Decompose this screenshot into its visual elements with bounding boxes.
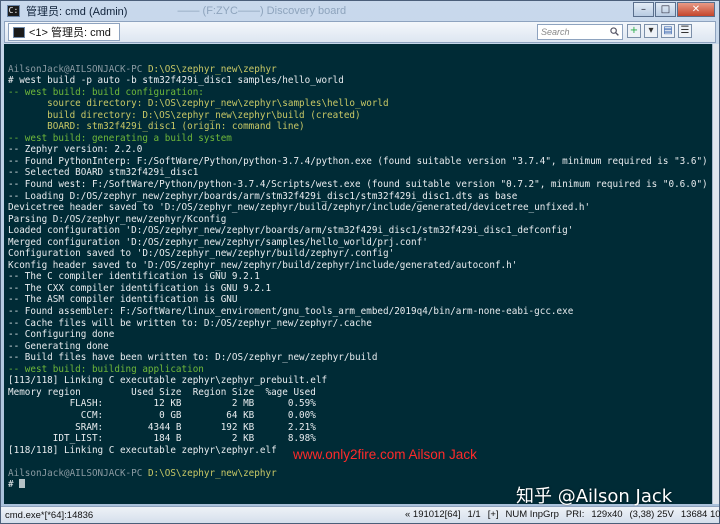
- console-line: CCM: 0 GB 64 KB 0.00%: [8, 409, 316, 421]
- zhihu-watermark: 知乎 @Ailson Jack: [516, 486, 673, 507]
- console-line: -- Build files have been written to: D:/…: [8, 352, 378, 364]
- split-view-icon[interactable]: ▤: [661, 24, 675, 38]
- console-line: BOARD: stm32f429i_disc1 (origin: command…: [8, 121, 305, 133]
- console-line: -- The CXX compiler identification is GN…: [8, 282, 272, 294]
- console-scrollbar[interactable]: [712, 44, 719, 504]
- search-icon[interactable]: [610, 26, 619, 38]
- minimize-button[interactable]: –: [633, 2, 654, 17]
- status-segment: 129x40: [591, 509, 623, 520]
- status-segment: PRI:: [565, 509, 585, 520]
- tab-label: <1> 管理员: cmd: [29, 27, 111, 39]
- status-segment: (3,38) 25V: [629, 509, 674, 520]
- console-line: Parsing D:/OS/zephyr_new/zephyr/Kconfig: [8, 213, 227, 225]
- maximize-button[interactable]: □: [655, 2, 676, 17]
- console-line: Loaded configuration 'D:/OS/zephyr_new/z…: [8, 225, 574, 237]
- status-segment: [+]: [487, 509, 499, 520]
- console-line: Merged configuration 'D:/OS/zephyr_new/z…: [8, 236, 428, 248]
- console-output[interactable]: AilsonJack@AILSONJACK-PC D:\OS\zephyr_ne…: [4, 44, 712, 504]
- console-tab-icon: [13, 26, 25, 38]
- console-line: AilsonJack@AILSONJACK-PC D:\OS\zephyr_ne…: [8, 468, 712, 480]
- menu-icon[interactable]: ☰: [678, 24, 692, 38]
- status-segment: « 191012[64]: [405, 509, 461, 520]
- console-line: Memory region Used Size Region Size %age…: [8, 386, 316, 398]
- toolbar-icons: + ▾ ▤ ☰: [627, 24, 695, 38]
- terminal-app-icon: C:: [7, 4, 20, 17]
- console-line: -- Cache files will be written to: D:/OS…: [8, 317, 372, 329]
- console-line: # west build -p auto -b stm32f429i_disc1…: [8, 75, 344, 87]
- console-line: source directory: D:\OS\zephyr_new\zephy…: [8, 98, 389, 110]
- window-title: 管理员: cmd (Admin): [26, 5, 128, 18]
- window-controls: – □ ✕: [632, 2, 715, 17]
- prompt-user: AilsonJack@AILSONJACK-PC: [8, 467, 148, 479]
- console-line: -- Configuring done: [8, 329, 115, 341]
- tab-console-1[interactable]: <1> 管理员: cmd: [8, 23, 120, 41]
- console-line: Devicetree header saved to 'D:/OS/zephyr…: [8, 202, 591, 214]
- status-segment: 1/1: [467, 509, 481, 520]
- new-console-icon[interactable]: +: [627, 24, 641, 38]
- console-line: [113/118] Linking C executable zephyr\ze…: [8, 375, 328, 387]
- status-process: cmd.exe*[*64]:14836: [5, 509, 94, 521]
- console-line: FLASH: 12 KB 2 MB 0.59%: [8, 398, 316, 410]
- console-line: -- west build: building application: [8, 363, 204, 375]
- text-cursor: [19, 479, 26, 489]
- console-line: IDT_LIST: 184 B 2 KB 8.98%: [8, 433, 316, 445]
- search-input[interactable]: Search: [537, 24, 623, 40]
- prompt-path: D:\OS\zephyr_new\zephyr: [147, 63, 277, 75]
- console-line: build directory: D:\OS\zephyr_new\zephyr…: [8, 109, 361, 121]
- prompt-path: D:\OS\zephyr_new\zephyr: [147, 467, 277, 479]
- status-segment: NUM InpGrp: [505, 509, 559, 520]
- console-line: -- Zephyr version: 2.2.0: [8, 144, 143, 156]
- console-line: -- west build: build configuration:: [8, 86, 204, 98]
- console-line: Kconfig header saved to 'D:/OS/zephyr_ne…: [8, 259, 518, 271]
- console-line: -- Found west: F:/SoftWare/Python/python…: [8, 179, 708, 191]
- tab-toolbar: <1> 管理员: cmd Search + ▾ ▤ ☰: [4, 21, 716, 43]
- console-window: C: 管理员: cmd (Admin) —— (F:ZYC——) Discove…: [0, 0, 720, 524]
- close-button[interactable]: ✕: [677, 2, 715, 17]
- console-line: -- The C compiler identification is GNU …: [8, 271, 260, 283]
- prompt-symbol: #: [8, 479, 20, 491]
- search-placeholder: Search: [541, 27, 570, 37]
- console-line: -- Generating done: [8, 340, 109, 352]
- console-line: Configuration saved to 'D:/OS/zephyr_new…: [8, 248, 395, 260]
- console-line: -- west build: generating a build system: [8, 132, 232, 144]
- status-bar: cmd.exe*[*64]:14836 « 191012[64] 1/1 [+] NU…: [1, 506, 720, 523]
- console-line: -- Found PythonInterp: F:/SoftWare/Pytho…: [8, 155, 708, 167]
- console-line: SRAM: 4344 B 192 KB 2.21%: [8, 421, 316, 433]
- dropdown-icon[interactable]: ▾: [644, 24, 658, 38]
- console-line: -- Selected BOARD stm32f429i_disc1: [8, 167, 199, 179]
- prompt-user: AilsonJack@AILSONJACK-PC: [8, 63, 148, 75]
- console-line: AilsonJack@AILSONJACK-PC D:\OS\zephyr_ne…: [8, 64, 712, 76]
- background-window-title: —— (F:ZYC——) Discovery board: [177, 4, 347, 17]
- console-line: -- The ASM compiler identification is GN…: [8, 294, 238, 306]
- status-segments: « 191012[64] 1/1 [+] NUM InpGrp PRI: 129x40 (3…: [405, 509, 720, 520]
- status-segment: 13684 100%: [680, 509, 720, 520]
- console-line: -- Found assembler: F:/SoftWare/linux_en…: [8, 306, 574, 318]
- console-line: -- Loading D:/OS/zephyr_new/zephyr/board…: [8, 190, 518, 202]
- title-bar[interactable]: C: 管理员: cmd (Admin) —— (F:ZYC——) Discove…: [1, 1, 719, 20]
- website-annotation: www.only2fire.com Ailson Jack: [293, 447, 477, 462]
